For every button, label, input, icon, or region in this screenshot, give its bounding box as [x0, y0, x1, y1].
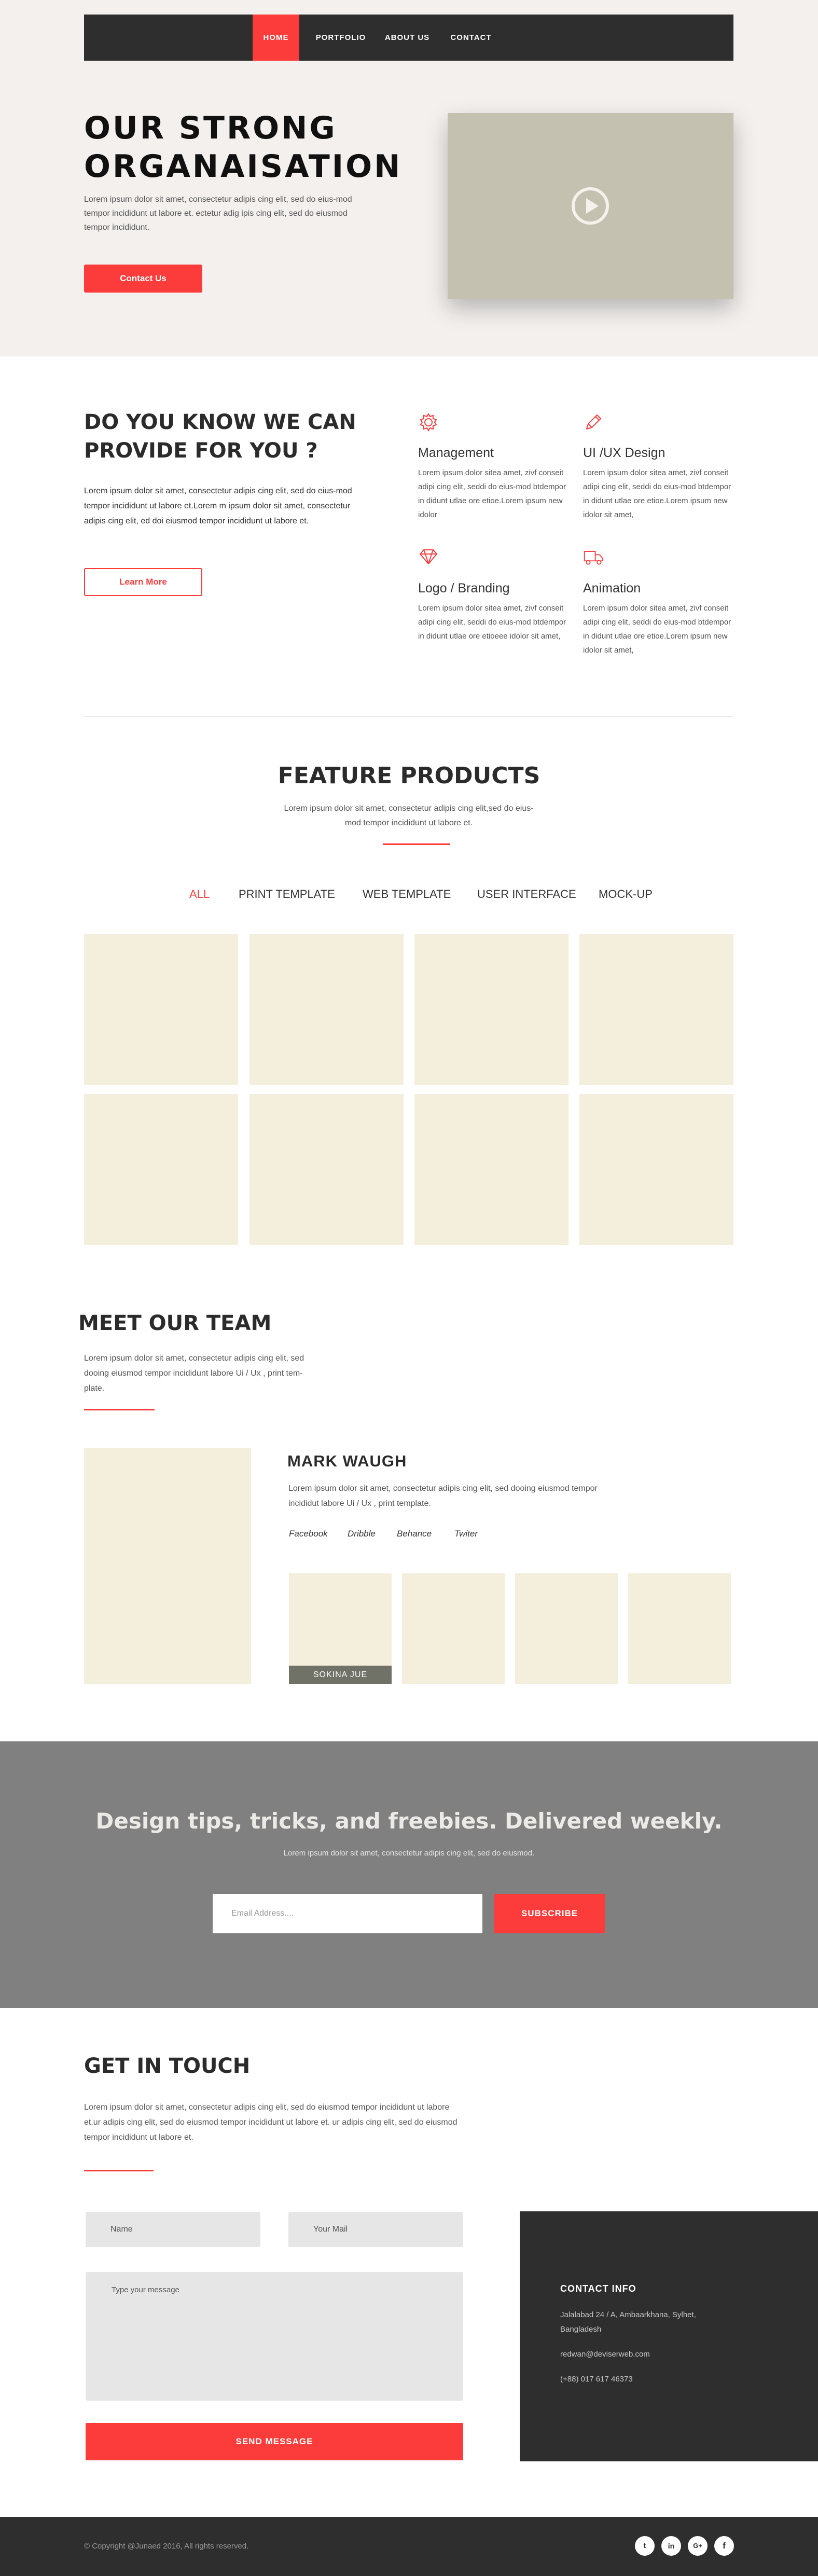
- contact-us-button[interactable]: Contact Us: [84, 265, 202, 293]
- filter-user-interface[interactable]: USER INTERFACE: [477, 888, 576, 901]
- title-underline: [84, 2170, 154, 2171]
- title-underline: [383, 843, 450, 845]
- newsletter-section: Design tips, tricks, and freebies. Deliv…: [0, 1741, 818, 2008]
- filter-print-template[interactable]: PRINT TEMPLATE: [239, 888, 335, 901]
- section-divider: [84, 716, 733, 717]
- contact-info-panel: CONTACT INFO Jalalabad 24 / A, Ambaarkha…: [520, 2211, 818, 2461]
- video-placeholder[interactable]: [448, 113, 733, 299]
- facebook-icon[interactable]: f: [714, 2536, 734, 2556]
- services-title: DO YOU KNOW WE CAN PROVIDE FOR YOU ?: [84, 410, 356, 463]
- member-name: MARK WAUGH: [287, 1452, 407, 1470]
- nav-portfolio[interactable]: PORTFOLIO: [312, 15, 369, 61]
- contact-info-title: CONTACT INFO: [560, 2283, 636, 2294]
- email-field[interactable]: [288, 2212, 463, 2247]
- product-item[interactable]: [84, 1094, 238, 1245]
- feature-description: Lorem ipsum dolor sit amet, consectetur …: [284, 804, 534, 827]
- service-text-management: Lorem ipsum dolor sitea amet, zivf conse…: [418, 468, 566, 519]
- product-item[interactable]: [249, 934, 404, 1085]
- filter-mock-up[interactable]: MOCK-UP: [599, 888, 653, 901]
- product-item[interactable]: [414, 1094, 569, 1245]
- service-title-management: Management: [418, 446, 494, 460]
- twitter-icon[interactable]: t: [635, 2536, 655, 2556]
- team-thumb-label: SOKINA JUE: [289, 1666, 392, 1684]
- member-dribble-link[interactable]: Dribble: [348, 1529, 376, 1539]
- send-message-button[interactable]: SEND MESSAGE: [86, 2423, 463, 2460]
- product-item[interactable]: [579, 1094, 733, 1245]
- service-title-animation: Animation: [583, 581, 641, 595]
- hero-title-line2: ORGANAISATION: [84, 148, 403, 185]
- learn-more-button[interactable]: Learn More: [84, 568, 202, 596]
- google-plus-icon[interactable]: G+: [688, 2536, 708, 2556]
- filter-web-template[interactable]: WEB TEMPLATE: [363, 888, 451, 901]
- service-text-uiux: Lorem ipsum dolor sitea amet, zivf conse…: [583, 468, 731, 519]
- member-twitter-link[interactable]: Twiter: [454, 1529, 478, 1539]
- diamond-icon: [420, 549, 437, 564]
- nav-contact[interactable]: CONTACT: [445, 15, 497, 61]
- member-facebook-link[interactable]: Facebook: [289, 1529, 328, 1539]
- hero-section: HOME PORTFOLIO ABOUT US CONTACT OUR STRO…: [0, 0, 818, 356]
- copyright-text: © Copyright @Junaed 2016, All rights res…: [84, 2542, 249, 2551]
- contact-description: Lorem ipsum dolor sit amet, consectetur …: [84, 2103, 457, 2142]
- contact-address: Jalalabad 24 / A, Ambaarkhana, Sylhet, B…: [560, 2310, 696, 2334]
- truck-icon: [584, 551, 603, 565]
- play-icon[interactable]: [571, 187, 609, 225]
- product-item[interactable]: [84, 934, 238, 1085]
- member-bio: Lorem ipsum dolor sit amet, consectetur …: [288, 1484, 598, 1508]
- member-photo: [84, 1448, 251, 1684]
- hero-description: Lorem ipsum dolor sit amet, consectetur …: [84, 195, 352, 232]
- team-title: MEET OUR TEAM: [78, 1311, 272, 1335]
- title-underline: [84, 1409, 155, 1410]
- team-description: Lorem ipsum dolor sit amet, consectetur …: [84, 1354, 304, 1393]
- subscribe-button[interactable]: SUBSCRIBE: [494, 1894, 605, 1933]
- team-thumb[interactable]: [402, 1573, 505, 1684]
- hero-title: OUR STRONG ORGANAISATION: [84, 109, 447, 186]
- team-thumb[interactable]: [628, 1573, 731, 1684]
- contact-email[interactable]: redwan@deviserweb.com: [560, 2347, 726, 2362]
- pencil-icon: [586, 414, 601, 430]
- newsletter-title: Design tips, tricks, and freebies. Deliv…: [95, 1808, 723, 1834]
- product-item[interactable]: [249, 1094, 404, 1245]
- service-title-uiux: UI /UX Design: [583, 446, 666, 460]
- service-title-branding: Logo / Branding: [418, 581, 510, 595]
- linkedin-icon[interactable]: in: [661, 2536, 681, 2556]
- newsletter-description: Lorem ipsum dolor sit amet, consectetur …: [283, 1849, 535, 1858]
- product-item[interactable]: [579, 934, 733, 1085]
- nav-about-us[interactable]: ABOUT US: [379, 15, 436, 61]
- feature-title: FEATURE PRODUCTS: [278, 763, 540, 789]
- team-thumb[interactable]: SOKINA JUE: [289, 1573, 392, 1684]
- footer: © Copyright @Junaed 2016, All rights res…: [0, 2517, 818, 2576]
- filter-all[interactable]: ALL: [189, 888, 210, 901]
- service-text-animation: Lorem ipsum dolor sitea amet, zivf conse…: [583, 604, 731, 655]
- contact-title: GET IN TOUCH: [84, 2054, 251, 2078]
- service-text-branding: Lorem ipsum dolor sitea amet, zivf conse…: [418, 604, 566, 641]
- nav-home[interactable]: HOME: [253, 15, 299, 61]
- member-behance-link[interactable]: Behance: [397, 1529, 432, 1539]
- name-field[interactable]: [86, 2212, 260, 2247]
- email-input[interactable]: [213, 1894, 482, 1933]
- gear-icon: [420, 413, 437, 432]
- team-thumb[interactable]: [515, 1573, 618, 1684]
- services-description: Lorem ipsum dolor sit amet, consectetur …: [84, 487, 352, 525]
- hero-title-line1: OUR STRONG: [84, 110, 337, 146]
- product-item[interactable]: [414, 934, 569, 1085]
- main-navbar: HOME PORTFOLIO ABOUT US CONTACT: [84, 15, 733, 61]
- contact-phone: (+88) 017 617 46373: [560, 2375, 633, 2384]
- message-field[interactable]: [86, 2272, 463, 2401]
